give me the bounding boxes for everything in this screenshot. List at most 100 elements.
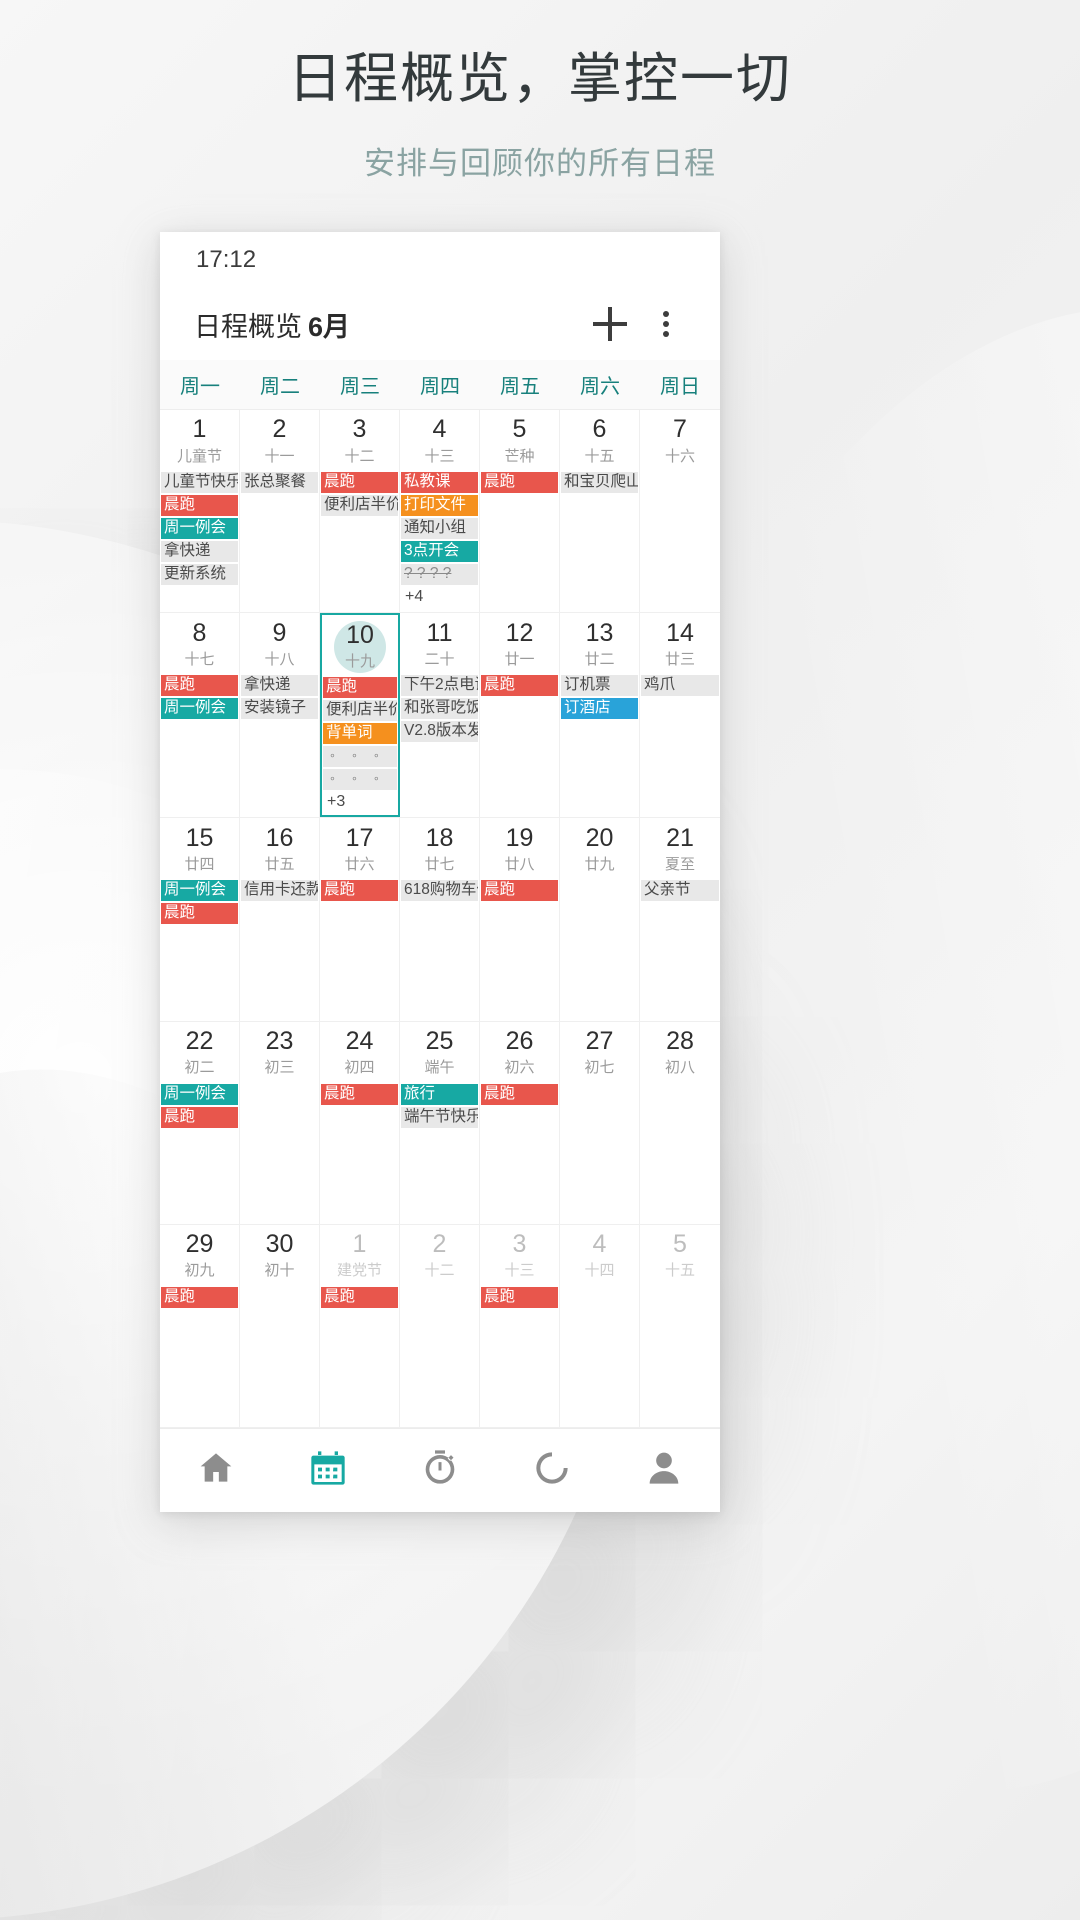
calendar-day-cell[interactable]: 14 廿三 鸡爪 [640, 613, 720, 817]
calendar-day-cell[interactable]: 25 端午 旅行 端午节快乐 [400, 1021, 480, 1224]
event-chip[interactable]: 周一例会 [161, 698, 238, 720]
event-chip[interactable]: 晨跑 [321, 1083, 398, 1105]
calendar-day-cell[interactable]: 6 十五 和宝贝爬山 [560, 410, 640, 613]
day-lunar-label: 初七 [584, 1059, 615, 1077]
day-number-block: 20 廿九 [560, 818, 639, 880]
event-chip[interactable]: ∘ ∘ ∘ [323, 769, 397, 791]
calendar-day-cell[interactable]: 28 初八 [640, 1022, 720, 1224]
calendar-day-cell[interactable]: 26 初六 晨跑 [480, 1021, 560, 1224]
event-chip[interactable]: 晨跑 [481, 880, 558, 902]
calendar-day-cell[interactable]: 17 廿六 晨跑 [320, 818, 400, 1021]
event-chip[interactable]: 周一例会 [161, 1083, 238, 1105]
calendar-day-cell[interactable]: 8 十七 晨跑 周一例会 [160, 613, 240, 818]
event-chip[interactable]: V2.8版本发布 [401, 721, 478, 743]
calendar-day-cell[interactable]: 16 廿五 信用卡还款 [240, 818, 320, 1021]
calendar-day-cell[interactable]: 2 十一 张总聚餐 [240, 410, 320, 613]
calendar-day-cell[interactable]: 9 十八 拿快递 安装镜子 [240, 613, 320, 818]
calendar-day-cell[interactable]: 19 廿八 晨跑 [480, 818, 560, 1021]
nav-timer-button[interactable] [384, 1448, 496, 1493]
calendar-day-cell[interactable]: 4 十四 [560, 1224, 640, 1427]
event-chip[interactable]: 父亲节 [641, 880, 719, 902]
event-chip[interactable]: 背单词 [323, 723, 397, 745]
calendar-day-cell[interactable]: 3 十三 晨跑 [480, 1224, 560, 1427]
calendar-day-cell[interactable]: 15 廿四 周一例会 晨跑 [160, 818, 240, 1021]
nav-calendar-button[interactable] [272, 1448, 384, 1493]
calendar-week-row: 22 初二 周一例会 晨跑 23 初三 24 初四 晨跑 25 端午 旅行 端午节快乐 26 初六 晨跑 27 初… [160, 1021, 720, 1225]
event-chip[interactable]: 3点开会 [401, 541, 478, 562]
calendar-day-cell[interactable]: 5 十五 [640, 1225, 720, 1427]
event-chip[interactable]: 晨跑 [481, 675, 558, 697]
calendar-day-cell[interactable]: 4 十三 私教课 打印文件 通知小组 3点开会? ? ? ? +4 [400, 410, 480, 613]
calendar-day-cell[interactable]: 29 初九 晨跑 [160, 1224, 240, 1427]
calendar-day-cell[interactable]: 5 芒种 晨跑 [480, 410, 560, 613]
event-chip[interactable]: 拿快递 [241, 675, 318, 697]
calendar-icon [308, 1448, 348, 1493]
add-event-button[interactable] [582, 296, 638, 352]
event-chip[interactable]: 订机票 [561, 675, 638, 697]
event-chip[interactable]: 晨跑 [321, 1286, 398, 1308]
event-chip[interactable]: 晨跑 [161, 1286, 238, 1308]
event-chip[interactable]: 信用卡还款 [241, 880, 318, 902]
day-number-block: 2 十一 [240, 410, 319, 472]
event-chip[interactable]: 晨跑 [481, 472, 558, 493]
event-chip[interactable]: 儿童节快乐。 [161, 472, 238, 493]
calendar-day-cell[interactable]: 21 夏至 父亲节 [640, 818, 720, 1020]
event-chip[interactable]: 晨跑 [323, 677, 397, 699]
event-chip[interactable]: 便利店半价活 [321, 495, 398, 516]
event-chip[interactable]: 私教课 [401, 472, 478, 493]
nav-home-button[interactable] [160, 1448, 272, 1493]
event-chip[interactable]: 和张哥吃饭 [401, 698, 478, 720]
event-chip[interactable]: 晨跑 [161, 495, 238, 516]
event-chip[interactable]: ∘ ∘ ∘ [323, 746, 397, 768]
event-chip[interactable]: 晨跑 [161, 903, 238, 925]
calendar-day-cell[interactable]: 13 廿二 订机票 订酒店 [560, 613, 640, 818]
calendar-day-cell[interactable]: 12 廿一 晨跑 [480, 613, 560, 818]
event-chip[interactable]: 晨跑 [481, 1083, 558, 1105]
calendar-day-cell[interactable]: 3 十二晨跑便利店半价活 [320, 410, 400, 613]
event-chip[interactable]: 旅行 [401, 1083, 478, 1105]
event-chip[interactable]: 便利店半价活 [323, 700, 397, 722]
calendar-day-cell[interactable]: 27 初七 [560, 1021, 640, 1224]
event-chip[interactable]: 更新系统 [161, 564, 238, 585]
calendar-day-cell[interactable]: 1 儿童节儿童节快乐。晨跑周一例会拿快递更新系统 [160, 410, 240, 613]
calendar-day-cell[interactable]: 30 初十 [240, 1224, 320, 1427]
event-chip[interactable]: 鸡爪 [641, 675, 719, 697]
event-chip[interactable]: 和宝贝爬山 [561, 472, 638, 493]
event-chip[interactable]: 晨跑 [321, 472, 398, 493]
event-chip[interactable]: 订酒店 [561, 698, 638, 720]
event-chip[interactable]: 下午2点电话 [401, 675, 478, 697]
calendar-day-cell[interactable]: 22 初二 周一例会 晨跑 [160, 1021, 240, 1224]
overflow-menu-button[interactable] [638, 296, 694, 352]
calendar-day-cell[interactable]: 10十九晨跑便利店半价活背单词∘ ∘ ∘∘ ∘ ∘+3 [320, 613, 400, 818]
event-chip[interactable]: 晨跑 [161, 1106, 238, 1128]
event-chip[interactable]: ? ? ? ? [401, 564, 478, 585]
event-chip[interactable]: 618购物车付 [401, 880, 478, 902]
more-events-indicator[interactable]: +3 [323, 792, 397, 813]
event-chip[interactable]: 打印文件 [401, 495, 478, 516]
calendar-day-cell[interactable]: 20 廿九 [560, 818, 640, 1021]
calendar-day-cell[interactable]: 23 初三 [240, 1021, 320, 1224]
event-chip[interactable]: 周一例会 [161, 880, 238, 902]
calendar-day-cell[interactable]: 18 廿七 618购物车付 [400, 818, 480, 1021]
event-chip[interactable]: 通知小组 [401, 518, 478, 539]
calendar-day-cell[interactable]: 2 十二 [400, 1224, 480, 1427]
calendar-day-cell[interactable]: 11 二十下午2点电话和张哥吃饭V2.8版本发布 [400, 613, 480, 818]
event-chip[interactable]: 周一例会 [161, 518, 238, 539]
event-chip[interactable]: 端午节快乐 [401, 1106, 478, 1128]
calendar-day-cell[interactable]: 24 初四 晨跑 [320, 1021, 400, 1224]
event-chip[interactable]: 晨跑 [321, 880, 398, 902]
calendar-day-cell[interactable]: 1 建党节 晨跑 [320, 1224, 400, 1427]
bottom-navigation-bar [160, 1428, 720, 1512]
calendar-day-cell[interactable]: 7 十六 [640, 410, 720, 612]
event-chip[interactable]: 晨跑 [481, 1286, 558, 1308]
event-chip[interactable]: 拿快递 [161, 541, 238, 562]
more-events-indicator[interactable]: +4 [401, 587, 478, 608]
event-chip[interactable]: 张总聚餐 [241, 472, 318, 493]
event-chip[interactable]: 晨跑 [161, 675, 238, 697]
nav-ring-button[interactable] [496, 1448, 608, 1493]
day-event-list: 周一例会 晨跑 [160, 1083, 239, 1224]
day-number: 7 [673, 415, 687, 444]
event-chip[interactable]: 安装镜子 [241, 698, 318, 720]
nav-person-button[interactable] [608, 1448, 720, 1493]
day-event-list [400, 1287, 479, 1427]
